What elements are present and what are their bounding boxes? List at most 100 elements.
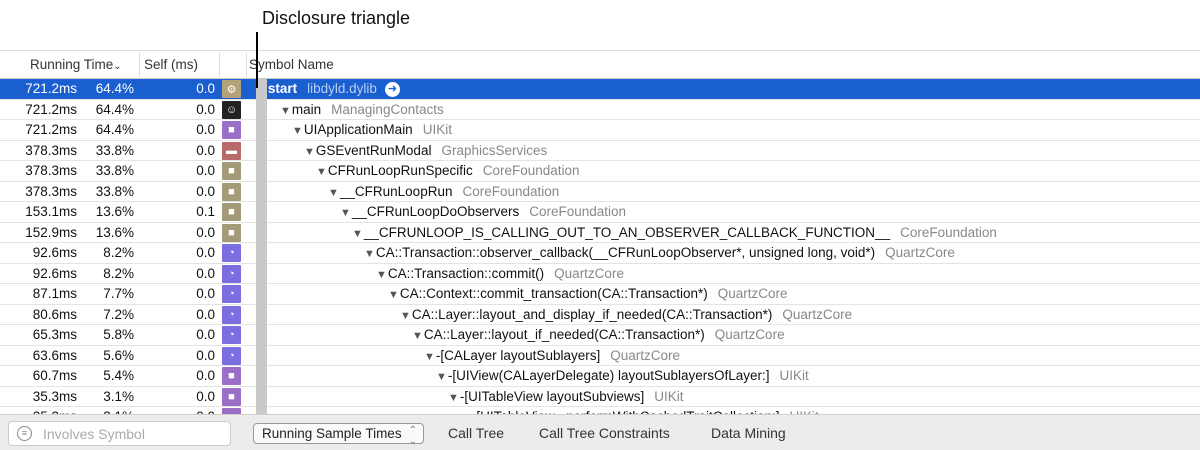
table-row[interactable]: 65.3ms 5.8% 0.0 ◔ ▼CA::Layer::layout_if_… xyxy=(0,325,1200,346)
table-row[interactable]: 721.2ms 64.4% 0.0 ☺ ▼main ManagingContact… xyxy=(0,100,1200,120)
disclosure-triangle-icon[interactable]: ▼ xyxy=(280,105,291,117)
mug-icon: ■ xyxy=(222,223,241,242)
mug-icon: ■ xyxy=(222,121,241,139)
disclosure-triangle-icon[interactable]: ▼ xyxy=(448,392,459,404)
running-time-percent: 8.2% xyxy=(103,265,134,281)
involves-symbol-search[interactable]: ≡ Involves Symbol xyxy=(8,421,231,446)
running-time-label: Running Time xyxy=(30,57,114,72)
disclosure-triangle-icon[interactable]: ▼ xyxy=(436,371,447,383)
running-time-percent: 64.4% xyxy=(95,122,134,137)
mug-icon: ■ xyxy=(222,203,241,221)
self-ms: 0.0 xyxy=(196,142,215,158)
table-row[interactable]: 378.3ms 33.8% 0.0 ■ ▼CFRunLoopRunSpecifi… xyxy=(0,161,1200,182)
running-time-percent: 7.2% xyxy=(103,306,134,322)
symbol-cell: ▼__CFRUNLOOP_IS_CALLING_OUT_TO_AN_OBSERV… xyxy=(352,225,997,240)
symbol-cell: ▼UIApplicationMain UIKit xyxy=(292,122,452,137)
symbol-name: -[UIView(CALayerDelegate) layoutSublayer… xyxy=(447,368,770,383)
disclosure-triangle-icon[interactable]: ▼ xyxy=(340,207,351,219)
library-name: UIKit xyxy=(654,388,684,404)
symbol-name: -[UITableView layoutSubviews] xyxy=(459,388,645,404)
pie-icon: ◔ xyxy=(222,305,241,324)
table-row[interactable]: 35.3ms 3.1% 0.0 ■ ▼-[UITableView layoutS… xyxy=(0,387,1200,407)
table-row[interactable]: 35.3ms 3.1% 0.0 ■ ▼-[UITableView _perfor… xyxy=(0,407,1200,414)
library-name: GraphicsServices xyxy=(441,142,548,158)
table-row[interactable]: 721.2ms 64.4% 0.0 ⚙ ▼startlibdyld.dylib➜ xyxy=(0,79,1200,100)
table-row[interactable]: 721.2ms 64.4% 0.0 ■ ▼UIApplicationMain UI… xyxy=(0,120,1200,141)
table-row[interactable]: 63.6ms 5.6% 0.0 ◔ ▼-[CALayer layoutSubla… xyxy=(0,346,1200,366)
running-time-ms: 721.2ms xyxy=(25,81,77,96)
symbol-name: start xyxy=(267,81,298,96)
self-ms: 0.1 xyxy=(196,204,215,219)
disclosure-triangle-icon[interactable]: ▼ xyxy=(316,166,327,178)
table-row[interactable]: 60.7ms 5.4% 0.0 ■ ▼-[UIView(CALayerDeleg… xyxy=(0,366,1200,387)
running-time-ms: 65.3ms xyxy=(32,327,77,342)
library-name: ManagingContacts xyxy=(331,101,444,117)
column-divider[interactable] xyxy=(246,53,247,77)
column-running-time[interactable]: Running Time⌄ xyxy=(30,57,122,72)
table-row[interactable]: 378.3ms 33.8% 0.0 ■ ▼__CFRunLoopRun CoreF… xyxy=(0,182,1200,202)
mug-icon: ■ xyxy=(222,367,241,385)
self-ms: 0.0 xyxy=(196,81,215,96)
column-divider[interactable] xyxy=(219,53,220,77)
table-header: Running Time⌄ Self (ms) Symbol Name xyxy=(0,51,1200,79)
symbol-cell: ▼__CFRunLoopRun CoreFoundation xyxy=(328,184,559,199)
symbol-cell: ▼CFRunLoopRunSpecific CoreFoundation xyxy=(316,163,580,178)
symbol-name: CFRunLoopRunSpecific xyxy=(327,163,473,178)
tab-data-mining[interactable]: Data Mining xyxy=(711,425,786,441)
self-ms: 0.0 xyxy=(196,368,215,383)
popup-label: Running Sample Times xyxy=(262,426,402,441)
library-name: QuartzCore xyxy=(554,265,624,281)
self-ms: 0.0 xyxy=(196,101,215,117)
table-row[interactable]: 92.6ms 8.2% 0.0 ◔ ▼CA::Transaction::obse… xyxy=(0,243,1200,264)
symbol-cell: ▼startlibdyld.dylib➜ xyxy=(256,81,400,97)
running-time-percent: 33.8% xyxy=(95,163,134,178)
table-row[interactable]: 80.6ms 7.2% 0.0 ◔ ▼CA::Layer::layout_and… xyxy=(0,305,1200,325)
disclosure-triangle-icon[interactable]: ▼ xyxy=(364,248,375,260)
tab-call-tree-constraints[interactable]: Call Tree Constraints xyxy=(539,425,670,441)
self-ms: 0.0 xyxy=(196,122,215,137)
disclosure-triangle-icon[interactable]: ▼ xyxy=(400,310,411,322)
sample-times-popup[interactable]: Running Sample Times ⌃ ⌄ xyxy=(253,423,424,447)
disclosure-triangle-icon[interactable]: ▼ xyxy=(304,146,315,158)
symbol-name: __CFRunLoopDoObservers xyxy=(351,204,520,219)
symbol-cell: ▼-[UITableView layoutSubviews] UIKit xyxy=(448,389,684,404)
table-row[interactable]: 378.3ms 33.8% 0.0 ▬ ▼GSEventRunModal Grap… xyxy=(0,141,1200,161)
pie-icon: ◔ xyxy=(222,264,241,283)
pie-icon: ◔ xyxy=(222,326,241,344)
self-ms: 0.0 xyxy=(196,306,215,322)
column-symbol-name[interactable]: Symbol Name xyxy=(249,57,334,72)
table-row[interactable]: 87.1ms 7.7% 0.0 ◔ ▼CA::Context::commit_t… xyxy=(0,284,1200,305)
callout-label: Disclosure triangle xyxy=(262,8,411,28)
disclosure-triangle-icon[interactable]: ▼ xyxy=(388,289,399,301)
self-ms: 0.0 xyxy=(196,183,215,199)
arrow-right-circle-icon[interactable]: ➜ xyxy=(384,82,400,97)
disclosure-triangle-icon[interactable]: ▼ xyxy=(412,330,423,342)
symbol-cell: ▼CA::Transaction::observer_callback(__CF… xyxy=(364,245,955,260)
column-self[interactable]: Self (ms) xyxy=(144,57,198,72)
disclosure-triangle-icon[interactable]: ▼ xyxy=(376,269,387,281)
running-time-percent: 7.7% xyxy=(103,286,134,301)
tab-call-tree[interactable]: Call Tree xyxy=(448,425,504,441)
disclosure-triangle-icon[interactable]: ▼ xyxy=(424,351,435,363)
updown-chevron-icon: ⌃ ⌄ xyxy=(408,425,417,447)
disclosure-triangle-icon[interactable]: ▼ xyxy=(292,125,303,137)
disclosure-triangle-icon[interactable]: ▼ xyxy=(328,187,339,199)
self-ms: 0.0 xyxy=(196,286,215,301)
running-time-ms: 80.6ms xyxy=(32,306,77,322)
disclosure-triangle-icon[interactable]: ▼ xyxy=(352,228,363,240)
column-divider[interactable] xyxy=(139,53,140,77)
symbol-name: CA::Layer::layout_and_display_if_needed(… xyxy=(411,306,773,322)
filter-icon: ≡ xyxy=(17,426,32,441)
bottom-toolbar: ≡ Involves Symbol Running Sample Times ⌃… xyxy=(0,414,1200,450)
symbol-name: UIApplicationMain xyxy=(303,122,413,137)
running-time-ms: 721.2ms xyxy=(25,122,77,137)
running-time-percent: 3.1% xyxy=(103,388,134,404)
symbol-cell: ▼main ManagingContacts xyxy=(280,102,444,117)
symbol-cell: ▼CA::Layer::layout_and_display_if_needed… xyxy=(400,307,852,322)
symbol-name: __CFRUNLOOP_IS_CALLING_OUT_TO_AN_OBSERVE… xyxy=(363,224,891,240)
table-row[interactable]: 152.9ms 13.6% 0.0 ■ ▼__CFRUNLOOP_IS_CALL… xyxy=(0,223,1200,243)
self-ms: 0.0 xyxy=(196,163,215,178)
symbol-name: CA::Transaction::commit() xyxy=(387,265,545,281)
table-row[interactable]: 153.1ms 13.6% 0.1 ■ ▼__CFRunLoopDoObserv… xyxy=(0,202,1200,223)
table-row[interactable]: 92.6ms 8.2% 0.0 ◔ ▼CA::Transaction::comm… xyxy=(0,264,1200,284)
